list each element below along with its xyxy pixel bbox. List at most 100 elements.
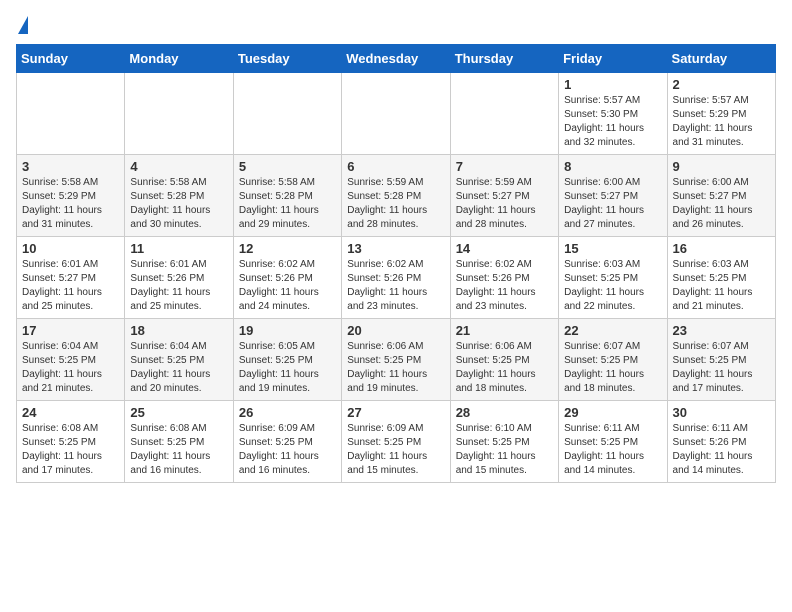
calendar-cell: 18Sunrise: 6:04 AM Sunset: 5:25 PM Dayli… [125,319,233,401]
calendar-cell: 17 Sunrise: 6:04 AM Sunset: 5:25 PM Dayli… [17,319,125,401]
day-info: Sunrise: 6:00 AM Sunset: 5:27 PM Dayligh… [564,176,661,232]
day-number: 9 [673,159,770,174]
day-info: Sunrise: 6:11 AM Sunset: 5:26 PM Dayligh… [673,422,770,478]
calendar-header-row: SundayMondayTuesdayWednesdayThursdayFrid… [17,45,776,73]
calendar-cell: 16 Sunrise: 6:03 AM Sunset: 5:25 PM Dayli… [667,237,775,319]
day-number: 29 [564,405,661,420]
day-number: 12 [239,241,336,256]
day-number: 6 [347,159,444,174]
day-number: 3 [22,159,119,174]
calendar-cell: 23Sunrise: 6:07 AM Sunset: 5:25 PM Dayli… [667,319,775,401]
day-info: Sunrise: 6:03 AM Sunset: 5:25 PM Dayligh… [564,258,661,314]
day-number: 18 [130,323,227,338]
calendar-day-header: Saturday [667,45,775,73]
day-number: 1 [564,77,661,92]
calendar-week-row: 3 Sunrise: 5:58 AM Sunset: 5:29 PM Daylig… [17,155,776,237]
day-number: 17 [22,323,119,338]
day-info: Sunrise: 6:11 AM Sunset: 5:25 PM Dayligh… [564,422,661,478]
calendar-cell [17,73,125,155]
calendar-cell: 24 Sunrise: 6:08 AM Sunset: 5:25 PM Dayli… [17,401,125,483]
calendar-cell: 12 Sunrise: 6:02 AM Sunset: 5:26 PM Dayli… [233,237,341,319]
calendar-cell: 15 Sunrise: 6:03 AM Sunset: 5:25 PM Dayli… [559,237,667,319]
calendar-cell: 25 Sunrise: 6:08 AM Sunset: 5:25 PM Dayli… [125,401,233,483]
calendar-cell: 5 Sunrise: 5:58 AM Sunset: 5:28 PM Daylig… [233,155,341,237]
day-info: Sunrise: 5:59 AM Sunset: 5:27 PM Dayligh… [456,176,553,232]
calendar-cell: 13 Sunrise: 6:02 AM Sunset: 5:26 PM Dayli… [342,237,450,319]
day-info: Sunrise: 6:08 AM Sunset: 5:25 PM Dayligh… [22,422,119,478]
day-info: Sunrise: 6:02 AM Sunset: 5:26 PM Dayligh… [347,258,444,314]
day-info: Sunrise: 6:04 AM Sunset: 5:25 PM Dayligh… [22,340,119,396]
day-number: 11 [130,241,227,256]
calendar-week-row: 10Sunrise: 6:01 AM Sunset: 5:27 PM Dayli… [17,237,776,319]
day-number: 13 [347,241,444,256]
day-info: Sunrise: 5:58 AM Sunset: 5:29 PM Dayligh… [22,176,119,232]
calendar-cell: 6 Sunrise: 5:59 AM Sunset: 5:28 PM Daylig… [342,155,450,237]
day-info: Sunrise: 6:01 AM Sunset: 5:27 PM Dayligh… [22,258,119,314]
page-header [16,16,776,34]
calendar-cell: 11 Sunrise: 6:01 AM Sunset: 5:26 PM Dayli… [125,237,233,319]
calendar-cell: 10Sunrise: 6:01 AM Sunset: 5:27 PM Dayli… [17,237,125,319]
calendar-body: 1Sunrise: 5:57 AM Sunset: 5:30 PM Daylig… [17,73,776,483]
day-info: Sunrise: 6:02 AM Sunset: 5:26 PM Dayligh… [456,258,553,314]
day-info: Sunrise: 6:02 AM Sunset: 5:26 PM Dayligh… [239,258,336,314]
calendar-cell: 26 Sunrise: 6:09 AM Sunset: 5:25 PM Dayli… [233,401,341,483]
day-number: 21 [456,323,553,338]
day-info: Sunrise: 6:09 AM Sunset: 5:25 PM Dayligh… [239,422,336,478]
day-number: 16 [673,241,770,256]
calendar-day-header: Thursday [450,45,558,73]
calendar-cell: 19 Sunrise: 6:05 AM Sunset: 5:25 PM Dayli… [233,319,341,401]
day-number: 28 [456,405,553,420]
logo [16,16,28,34]
day-number: 19 [239,323,336,338]
calendar-cell: 28Sunrise: 6:10 AM Sunset: 5:25 PM Dayli… [450,401,558,483]
day-number: 25 [130,405,227,420]
calendar-cell: 21 Sunrise: 6:06 AM Sunset: 5:25 PM Dayli… [450,319,558,401]
calendar-day-header: Wednesday [342,45,450,73]
day-number: 26 [239,405,336,420]
calendar-day-header: Monday [125,45,233,73]
day-info: Sunrise: 6:03 AM Sunset: 5:25 PM Dayligh… [673,258,770,314]
day-number: 23 [673,323,770,338]
calendar-cell: 29 Sunrise: 6:11 AM Sunset: 5:25 PM Dayli… [559,401,667,483]
day-number: 15 [564,241,661,256]
day-number: 7 [456,159,553,174]
calendar-table: SundayMondayTuesdayWednesdayThursdayFrid… [16,44,776,483]
calendar-cell: 14Sunrise: 6:02 AM Sunset: 5:26 PM Dayli… [450,237,558,319]
calendar-cell [450,73,558,155]
day-info: Sunrise: 5:57 AM Sunset: 5:29 PM Dayligh… [673,94,770,150]
day-info: Sunrise: 5:59 AM Sunset: 5:28 PM Dayligh… [347,176,444,232]
calendar-cell: 2 Sunrise: 5:57 AM Sunset: 5:29 PM Daylig… [667,73,775,155]
day-number: 20 [347,323,444,338]
calendar-day-header: Tuesday [233,45,341,73]
calendar-cell: 30 Sunrise: 6:11 AM Sunset: 5:26 PM Dayli… [667,401,775,483]
calendar-day-header: Sunday [17,45,125,73]
calendar-cell: 27Sunrise: 6:09 AM Sunset: 5:25 PM Dayli… [342,401,450,483]
day-number: 30 [673,405,770,420]
calendar-cell [342,73,450,155]
day-info: Sunrise: 6:07 AM Sunset: 5:25 PM Dayligh… [564,340,661,396]
calendar-cell: 22 Sunrise: 6:07 AM Sunset: 5:25 PM Dayli… [559,319,667,401]
day-number: 8 [564,159,661,174]
day-info: Sunrise: 6:06 AM Sunset: 5:25 PM Dayligh… [456,340,553,396]
day-number: 22 [564,323,661,338]
calendar-day-header: Friday [559,45,667,73]
day-number: 24 [22,405,119,420]
day-number: 2 [673,77,770,92]
day-info: Sunrise: 6:09 AM Sunset: 5:25 PM Dayligh… [347,422,444,478]
calendar-cell: 1Sunrise: 5:57 AM Sunset: 5:30 PM Daylig… [559,73,667,155]
day-info: Sunrise: 6:08 AM Sunset: 5:25 PM Dayligh… [130,422,227,478]
day-info: Sunrise: 6:05 AM Sunset: 5:25 PM Dayligh… [239,340,336,396]
calendar-cell: 3 Sunrise: 5:58 AM Sunset: 5:29 PM Daylig… [17,155,125,237]
day-info: Sunrise: 6:06 AM Sunset: 5:25 PM Dayligh… [347,340,444,396]
calendar-cell [125,73,233,155]
day-info: Sunrise: 5:58 AM Sunset: 5:28 PM Dayligh… [239,176,336,232]
day-info: Sunrise: 6:01 AM Sunset: 5:26 PM Dayligh… [130,258,227,314]
logo-triangle-icon [18,16,28,34]
calendar-cell [233,73,341,155]
calendar-week-row: 1Sunrise: 5:57 AM Sunset: 5:30 PM Daylig… [17,73,776,155]
calendar-cell: 9 Sunrise: 6:00 AM Sunset: 5:27 PM Daylig… [667,155,775,237]
calendar-week-row: 24 Sunrise: 6:08 AM Sunset: 5:25 PM Dayli… [17,401,776,483]
day-info: Sunrise: 6:00 AM Sunset: 5:27 PM Dayligh… [673,176,770,232]
day-number: 5 [239,159,336,174]
calendar-cell: 8 Sunrise: 6:00 AM Sunset: 5:27 PM Daylig… [559,155,667,237]
